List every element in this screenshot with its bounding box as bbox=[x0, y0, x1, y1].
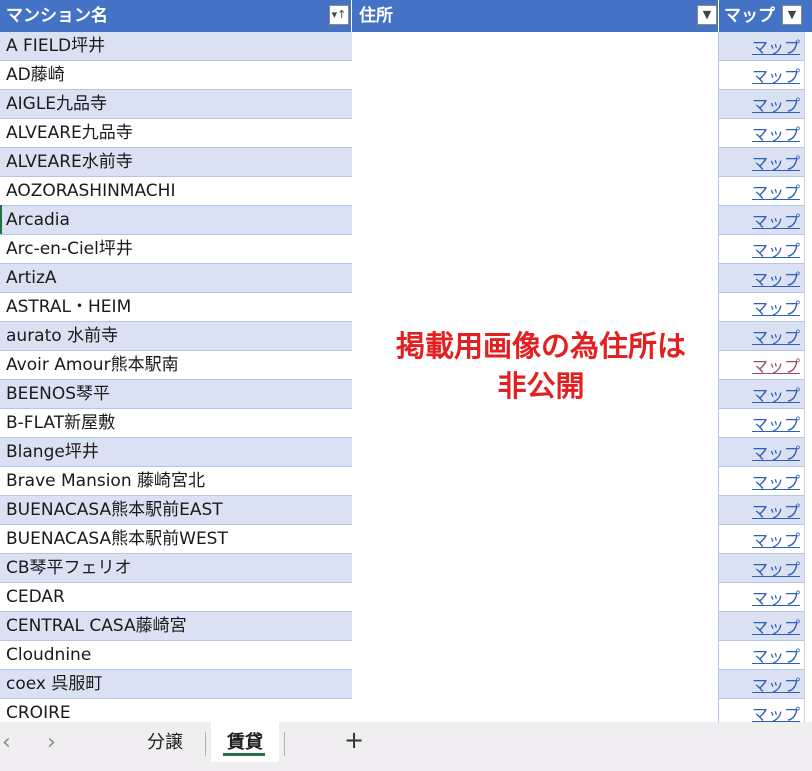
mansion-name-cell[interactable]: CB琴平フェリオ bbox=[0, 554, 352, 583]
map-link[interactable]: マップ bbox=[718, 119, 804, 148]
mansion-name-cell[interactable]: BUENACASA熊本駅前EAST bbox=[0, 496, 352, 525]
table-row: Arc-en-Ciel坪井 マップ bbox=[0, 235, 812, 264]
tab-divider bbox=[205, 732, 206, 756]
dropdown-arrow-icon[interactable]: ▼ bbox=[782, 5, 802, 25]
table-row: Cloudnine マップ bbox=[0, 641, 812, 670]
table-row: Blange坪井 マップ bbox=[0, 438, 812, 467]
table-row: CEDAR マップ bbox=[0, 583, 812, 612]
mansion-name-cell[interactable]: Brave Mansion 藤崎宮北 bbox=[0, 467, 352, 496]
table-row: CROIRE マップ bbox=[0, 699, 812, 722]
sheet-tab-chintai[interactable]: 賃貸 bbox=[211, 722, 279, 762]
mansion-name-cell[interactable]: CENTRAL CASA藤崎宮 bbox=[0, 612, 352, 641]
table-row: ALVEARE九品寺 マップ bbox=[0, 119, 812, 148]
header-cell-address[interactable]: 住所 bbox=[353, 0, 719, 32]
chevron-left-icon[interactable]: ‹ bbox=[2, 730, 11, 755]
mansion-name-cell[interactable]: ASTRAL・HEIM bbox=[0, 293, 352, 322]
header-address-label: 住所 bbox=[359, 6, 393, 26]
map-link[interactable]: マップ bbox=[718, 525, 804, 554]
mansion-name-cell[interactable]: BUENACASA熊本駅前WEST bbox=[0, 525, 352, 554]
table-row: coex 呉服町 マップ bbox=[0, 670, 812, 699]
chevron-right-icon[interactable]: › bbox=[47, 730, 56, 755]
table-row: ArtizA マップ bbox=[0, 264, 812, 293]
header-cell-name[interactable]: マンション名 bbox=[0, 0, 352, 32]
table-row: BUENACASA熊本駅前EAST マップ bbox=[0, 496, 812, 525]
active-cell-indicator bbox=[0, 205, 2, 234]
map-link[interactable]: マップ bbox=[718, 467, 804, 496]
table-header-row: マンション名 ▾↑ 住所 ▼ マップ ▼ bbox=[0, 0, 812, 32]
mansion-name-cell[interactable]: Blange坪井 bbox=[0, 438, 352, 467]
sheet-tab-bunjo[interactable]: 分譲 bbox=[130, 722, 200, 762]
map-link[interactable]: マップ bbox=[718, 496, 804, 525]
map-link[interactable]: マップ bbox=[718, 583, 804, 612]
table-row: ALVEARE水前寺 マップ bbox=[0, 148, 812, 177]
map-link[interactable]: マップ bbox=[718, 90, 804, 119]
mansion-name-cell[interactable]: Avoir Amour熊本駅南 bbox=[0, 351, 352, 380]
table-row: ASTRAL・HEIM マップ bbox=[0, 293, 812, 322]
tab-divider bbox=[284, 732, 285, 756]
table-row: CB琴平フェリオ マップ bbox=[0, 554, 812, 583]
sheet-tab-bunjo-label: 分譲 bbox=[147, 732, 183, 753]
mansion-name-cell[interactable]: ArtizA bbox=[0, 264, 352, 293]
table-row: B-FLAT新屋敷 マップ bbox=[0, 409, 812, 438]
mansion-name-cell[interactable]: Arcadia bbox=[0, 206, 352, 235]
map-link[interactable]: マップ bbox=[718, 177, 804, 206]
plus-icon[interactable]: + bbox=[344, 726, 364, 754]
mansion-name-cell[interactable]: aurato 水前寺 bbox=[0, 322, 352, 351]
map-link[interactable]: マップ bbox=[718, 148, 804, 177]
mansion-name-cell[interactable]: AOZORASHINMACHI bbox=[0, 177, 352, 206]
notice-line-2: 非公開 bbox=[497, 369, 585, 403]
header-map-label: マップ bbox=[724, 6, 775, 26]
mansion-name-cell[interactable]: ALVEARE水前寺 bbox=[0, 148, 352, 177]
spreadsheet-grid: マンション名 ▾↑ 住所 ▼ マップ ▼ A FIELD坪井 マップ AD藤崎 マップ… bbox=[0, 0, 812, 722]
mansion-name-cell[interactable]: ALVEARE九品寺 bbox=[0, 119, 352, 148]
notice-line-1: 掲載用画像の為住所は bbox=[395, 329, 686, 363]
map-link[interactable]: マップ bbox=[718, 235, 804, 264]
table-row: CENTRAL CASA藤崎宮 マップ bbox=[0, 612, 812, 641]
header-name-label: マンション名 bbox=[6, 6, 108, 26]
dropdown-arrow-icon[interactable]: ▼ bbox=[697, 5, 717, 25]
map-link[interactable]: マップ bbox=[718, 612, 804, 641]
map-link[interactable]: マップ bbox=[718, 351, 804, 380]
mansion-name-cell[interactable]: Cloudnine bbox=[0, 641, 352, 670]
table-row: AIGLE九品寺 マップ bbox=[0, 90, 812, 119]
map-link[interactable]: マップ bbox=[718, 61, 804, 90]
mansion-name-cell[interactable]: CEDAR bbox=[0, 583, 352, 612]
mansion-name-cell[interactable]: B-FLAT新屋敷 bbox=[0, 409, 352, 438]
table-row: Arcadia マップ bbox=[0, 206, 812, 235]
map-link[interactable]: マップ bbox=[718, 293, 804, 322]
sheet-tab-bar: ‹ › 分譲 賃貸 + bbox=[0, 722, 812, 771]
scrollbar-gutter[interactable] bbox=[804, 32, 812, 722]
map-link[interactable]: マップ bbox=[718, 380, 804, 409]
map-link[interactable]: マップ bbox=[718, 409, 804, 438]
mansion-name-cell[interactable]: AD藤崎 bbox=[0, 61, 352, 90]
map-link[interactable]: マップ bbox=[718, 699, 804, 722]
map-link[interactable]: マップ bbox=[718, 32, 804, 61]
table-row: AD藤崎 マップ bbox=[0, 61, 812, 90]
mansion-name-cell[interactable]: coex 呉服町 bbox=[0, 670, 352, 699]
table-row: BUENACASA熊本駅前WEST マップ bbox=[0, 525, 812, 554]
map-link[interactable]: マップ bbox=[718, 322, 804, 351]
mansion-name-cell[interactable]: A FIELD坪井 bbox=[0, 32, 352, 61]
mansion-name-cell[interactable]: AIGLE九品寺 bbox=[0, 90, 352, 119]
map-link[interactable]: マップ bbox=[718, 264, 804, 293]
mansion-name-cell[interactable]: CROIRE bbox=[0, 699, 352, 722]
table-row: A FIELD坪井 マップ bbox=[0, 32, 812, 61]
filter-sort-ascending-icon[interactable]: ▾↑ bbox=[329, 5, 349, 25]
notice-overlay: 掲載用画像の為住所は 非公開 bbox=[354, 326, 728, 406]
map-link[interactable]: マップ bbox=[718, 641, 804, 670]
active-tab-underline bbox=[223, 753, 265, 756]
map-link[interactable]: マップ bbox=[718, 554, 804, 583]
map-link[interactable]: マップ bbox=[718, 438, 804, 467]
table-row: Brave Mansion 藤崎宮北 マップ bbox=[0, 467, 812, 496]
map-link[interactable]: マップ bbox=[718, 670, 804, 699]
sheet-tab-chintai-label: 賃貸 bbox=[227, 732, 263, 753]
table-row: AOZORASHINMACHI マップ bbox=[0, 177, 812, 206]
mansion-name-cell[interactable]: BEENOS琴平 bbox=[0, 380, 352, 409]
map-link[interactable]: マップ bbox=[718, 206, 804, 235]
mansion-name-cell[interactable]: Arc-en-Ciel坪井 bbox=[0, 235, 352, 264]
